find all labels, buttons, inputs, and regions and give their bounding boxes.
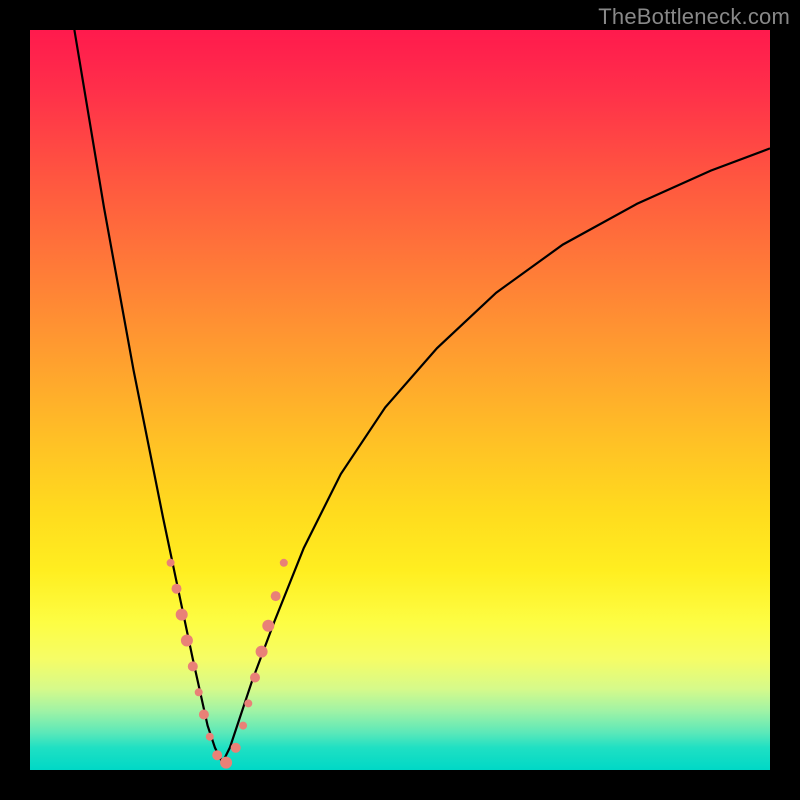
marker-dot: [199, 710, 209, 720]
marker-dot: [262, 620, 274, 632]
marker-dot: [250, 673, 260, 683]
marker-dot: [176, 609, 188, 621]
marker-dot: [280, 559, 288, 567]
marker-dot: [239, 722, 247, 730]
right-curve-path: [222, 148, 770, 762]
watermark-text: TheBottleneck.com: [598, 4, 790, 30]
marker-dot: [271, 591, 281, 601]
chart-frame: TheBottleneck.com: [0, 0, 800, 800]
marker-dot: [212, 750, 222, 760]
marker-dot: [206, 733, 214, 741]
left-curve-path: [74, 30, 222, 763]
marker-dot: [244, 699, 252, 707]
marker-dot: [167, 559, 175, 567]
marker-dot: [188, 661, 198, 671]
chart-svg: [30, 30, 770, 770]
marker-dot: [231, 743, 241, 753]
right-curve: [222, 148, 770, 762]
left-curve: [74, 30, 222, 763]
marker-dot: [181, 635, 193, 647]
marker-layer: [167, 559, 288, 769]
marker-dot: [256, 646, 268, 658]
marker-dot: [220, 757, 232, 769]
marker-dot: [195, 688, 203, 696]
marker-dot: [172, 584, 182, 594]
